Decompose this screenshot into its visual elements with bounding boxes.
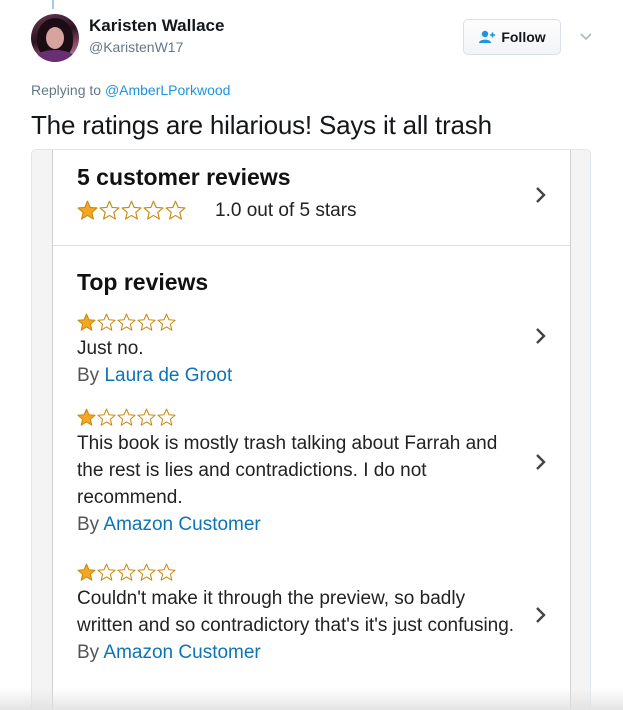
star-empty-icon: [117, 408, 136, 426]
review-byline: By Amazon Customer: [77, 639, 517, 666]
thread-connector-line: [52, 0, 54, 9]
star-empty-icon: [157, 408, 176, 426]
review-star-rating: [77, 406, 517, 428]
review-item[interactable]: Couldn't make it through the preview, so…: [77, 561, 517, 666]
star-empty-icon: [157, 313, 176, 331]
star-filled-icon: [77, 200, 98, 220]
tweet-text: The ratings are hilarious! Says it all t…: [31, 110, 492, 140]
follow-label: Follow: [501, 29, 546, 45]
avatar-face: [46, 27, 64, 49]
star-empty-icon: [97, 408, 116, 426]
by-label: By: [77, 642, 100, 663]
star-empty-icon: [121, 200, 142, 220]
star-empty-icon: [117, 563, 136, 581]
review-item[interactable]: Just no. By Laura de Groot: [77, 311, 517, 389]
star-empty-icon: [165, 200, 186, 220]
review-byline: By Amazon Customer: [77, 511, 517, 538]
review-text: This book is mostly trash talking about …: [77, 433, 498, 508]
star-empty-icon: [137, 313, 156, 331]
star-filled-icon: [77, 408, 96, 426]
review-item[interactable]: This book is mostly trash talking about …: [77, 406, 517, 538]
avatar-shirt: [35, 50, 75, 62]
review-text: Just no.: [77, 338, 144, 359]
mention-link[interactable]: @AmberLPorkwood: [105, 82, 231, 98]
review-byline: By Laura de Groot: [77, 362, 517, 389]
follow-button[interactable]: Follow: [463, 19, 561, 55]
chevron-down-icon[interactable]: [578, 28, 594, 44]
avatar[interactable]: [31, 14, 79, 62]
review-star-rating: [77, 311, 517, 333]
star-empty-icon: [137, 563, 156, 581]
chevron-right-icon[interactable]: [535, 186, 547, 204]
star-empty-icon: [97, 313, 116, 331]
top-reviews-title: Top reviews: [77, 269, 209, 295]
by-label: By: [77, 514, 100, 535]
review-summary[interactable]: 5 customer reviews 1.0 out of 5 stars: [53, 150, 570, 246]
bottom-fade: [0, 688, 623, 710]
by-label: By: [77, 365, 100, 386]
star-empty-icon: [157, 563, 176, 581]
summary-star-rating: [77, 200, 187, 221]
chevron-right-icon[interactable]: [535, 327, 547, 345]
replying-to-line: Replying to @AmberLPorkwood: [31, 82, 230, 98]
add-user-icon: [479, 30, 496, 43]
author-handle[interactable]: @KaristenW17: [89, 39, 183, 55]
summary-title: 5 customer reviews: [77, 164, 291, 190]
review-author-link[interactable]: Amazon Customer: [103, 514, 260, 535]
review-author-link[interactable]: Amazon Customer: [103, 642, 260, 663]
star-empty-icon: [99, 200, 120, 220]
reviews-panel: 5 customer reviews 1.0 out of 5 stars To…: [52, 150, 571, 710]
star-empty-icon: [97, 563, 116, 581]
star-empty-icon: [117, 313, 136, 331]
chevron-right-icon[interactable]: [535, 606, 547, 624]
star-empty-icon: [137, 408, 156, 426]
star-empty-icon: [143, 200, 164, 220]
attached-screenshot[interactable]: 5 customer reviews 1.0 out of 5 stars To…: [31, 149, 591, 710]
summary-rating-text: 1.0 out of 5 stars: [215, 200, 357, 221]
star-filled-icon: [77, 313, 96, 331]
review-text: Couldn't make it through the preview, so…: [77, 588, 515, 636]
review-star-rating: [77, 561, 517, 583]
chevron-right-icon[interactable]: [535, 453, 547, 471]
author-name[interactable]: Karisten Wallace: [89, 16, 224, 36]
replying-prefix: Replying to: [31, 82, 102, 98]
star-filled-icon: [77, 563, 96, 581]
review-author-link[interactable]: Laura de Groot: [104, 365, 232, 386]
